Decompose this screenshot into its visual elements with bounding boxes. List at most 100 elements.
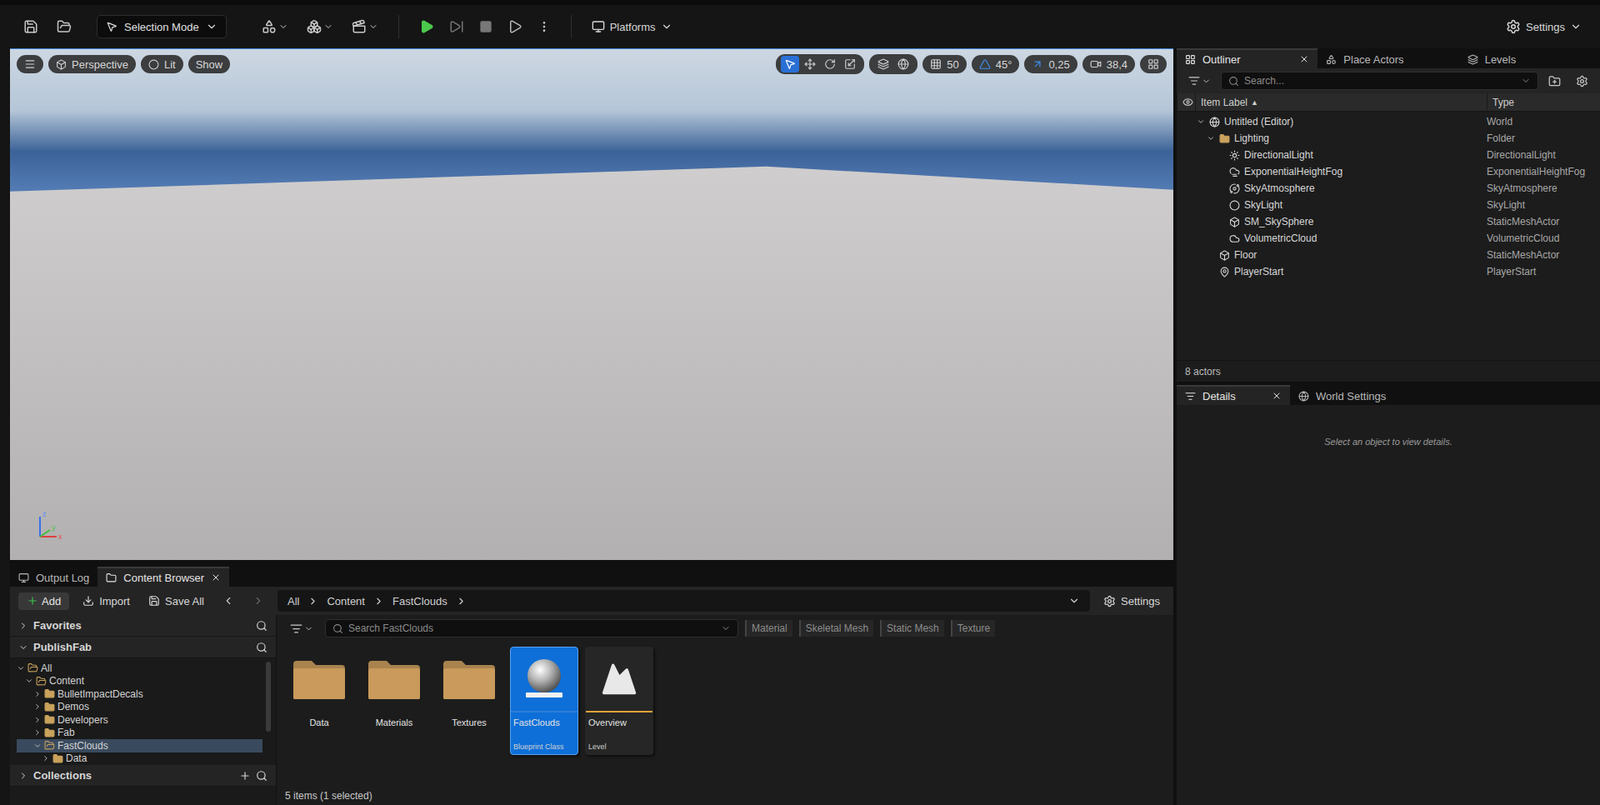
outliner-row[interactable]: SkyAtmosphereSkyAtmosphere [1176, 180, 1600, 197]
play-options-button[interactable] [532, 16, 556, 37]
asset-tile[interactable]: FastCloudsBlueprint Class [510, 646, 579, 755]
asset-search[interactable]: Search FastClouds [325, 619, 739, 638]
panel-tab[interactable]: Output Log [10, 566, 98, 587]
content-settings-button[interactable]: Settings [1098, 591, 1165, 611]
new-folder-button[interactable] [1543, 71, 1566, 91]
settings-button[interactable]: Settings [1500, 15, 1587, 38]
outliner-row[interactable]: Untitled (Editor)World [1176, 113, 1600, 130]
collections-header[interactable]: Collections [10, 765, 276, 787]
panel-tab[interactable]: Levels [1459, 48, 1600, 69]
panel-tab[interactable]: Details [1176, 385, 1290, 405]
layout-button[interactable] [1140, 55, 1167, 74]
folder-tile[interactable]: Materials [360, 646, 429, 755]
add-button[interactable]: Add [18, 592, 70, 610]
outliner-row[interactable]: SM_SkySphereStaticMeshActor [1176, 213, 1600, 230]
collapsed-icon [18, 770, 29, 781]
folder-tile[interactable]: Textures [435, 646, 504, 755]
tree-item[interactable]: BulletImpactDecals [16, 687, 263, 701]
tree-item[interactable]: All [16, 661, 263, 675]
selection-mode-dropdown[interactable]: Selection Mode [96, 15, 227, 39]
tree-item[interactable]: Demos [16, 700, 263, 715]
snap-toggle[interactable]: 50 [922, 55, 966, 74]
breadcrumb[interactable]: All [287, 595, 300, 608]
outliner-icon [1185, 54, 1196, 65]
outliner-search[interactable]: Search... [1220, 71, 1539, 90]
search-icon[interactable] [255, 770, 268, 782]
history-icon[interactable] [1068, 595, 1080, 607]
visibility-column[interactable] [1176, 93, 1195, 111]
transform-tools [775, 54, 865, 75]
panel-tab[interactable]: Outliner [1176, 48, 1318, 69]
forward-button[interactable] [247, 591, 270, 610]
camera-icon [1090, 58, 1102, 70]
project-header[interactable]: PublishFab [10, 636, 276, 659]
eject-button[interactable] [502, 15, 528, 38]
content-button[interactable] [51, 15, 77, 38]
outliner-row[interactable]: VolumetricCloudVolumetricCloud [1176, 230, 1600, 247]
viewport-menu-button[interactable] [16, 55, 44, 74]
filter-chip[interactable]: Material [745, 620, 793, 637]
plus-icon[interactable] [239, 770, 251, 782]
tile-thumbnail [285, 647, 353, 713]
panel-tab[interactable]: Place Actors [1317, 48, 1459, 69]
transform-tool[interactable] [780, 55, 800, 73]
outliner-settings-button[interactable] [1570, 71, 1594, 91]
asset-tile[interactable]: OverviewLevel [585, 646, 654, 755]
tree-item[interactable]: Developers [16, 713, 263, 727]
add-actor-button[interactable] [256, 15, 294, 38]
tree-scrollbar[interactable] [265, 661, 271, 732]
stop-button[interactable] [474, 16, 498, 37]
surface-snap[interactable] [874, 55, 893, 73]
blueprint-button[interactable] [301, 15, 339, 38]
tree-item[interactable]: Fab [16, 726, 263, 740]
close-icon[interactable] [1271, 390, 1282, 401]
step-button[interactable] [444, 15, 470, 38]
filter-chip[interactable]: Static Mesh [880, 620, 945, 637]
snap-toggle[interactable]: 0,25 [1024, 55, 1077, 74]
tree-item[interactable]: Content [16, 675, 263, 689]
save-all-button[interactable]: Save All [143, 591, 210, 611]
tree-item[interactable]: Data [16, 752, 263, 766]
folder-tile[interactable]: Data [285, 646, 354, 755]
outliner-row[interactable]: FloorStaticMeshActor [1176, 246, 1600, 264]
perspective-button[interactable]: Perspective [48, 55, 136, 74]
camera-speed-button[interactable]: 38,4 [1082, 55, 1135, 74]
outliner-row[interactable]: DirectionalLightDirectionalLight [1176, 146, 1600, 164]
snap-toggle[interactable]: 45° [971, 55, 1020, 74]
play-button[interactable] [414, 15, 440, 38]
filter-button[interactable] [285, 619, 319, 639]
platforms-button[interactable]: Platforms [586, 16, 678, 37]
close-icon[interactable] [1299, 54, 1310, 65]
save-button[interactable] [18, 15, 44, 38]
item-type: DirectionalLight [1480, 149, 1600, 161]
breadcrumb[interactable]: FastClouds [392, 595, 448, 608]
outliner-row[interactable]: LightingFolder [1176, 130, 1600, 147]
search-icon[interactable] [255, 620, 268, 632]
import-button[interactable]: Import [77, 591, 135, 611]
column-header[interactable]: Item Label▲ [1195, 93, 1487, 111]
transform-tool[interactable] [820, 55, 840, 73]
panel-splitter[interactable] [10, 560, 1174, 567]
back-button[interactable] [217, 591, 240, 610]
filter-button[interactable] [1183, 71, 1216, 90]
transform-tool[interactable] [800, 55, 820, 73]
panel-tab[interactable]: World Settings [1290, 385, 1440, 405]
breadcrumb[interactable]: Content [326, 595, 365, 608]
panel-tab[interactable]: Content Browser [97, 566, 230, 587]
outliner-row[interactable]: ExponentialHeightFogExponentialHeightFog [1176, 163, 1600, 180]
transform-tool[interactable] [840, 55, 860, 73]
outliner-row[interactable]: PlayerStartPlayerStart [1176, 263, 1600, 280]
show-button[interactable]: Show [188, 55, 231, 74]
tree-item[interactable]: FastClouds [16, 739, 263, 753]
search-icon[interactable] [255, 641, 268, 654]
favorites-header[interactable]: Favorites [10, 615, 276, 637]
outliner-row[interactable]: SkyLightSkyLight [1176, 196, 1600, 214]
close-icon[interactable] [210, 572, 221, 583]
lit-button[interactable]: Lit [140, 55, 184, 74]
filter-chip[interactable]: Texture [950, 620, 995, 637]
level-viewport[interactable]: PerspectiveLitShow5045°0,2538,4zxy [10, 48, 1174, 560]
cinematics-button[interactable] [346, 15, 384, 38]
local-space[interactable] [894, 55, 913, 73]
column-header[interactable]: Type [1486, 93, 1600, 111]
filter-chip[interactable]: Skeletal Mesh [799, 620, 874, 637]
